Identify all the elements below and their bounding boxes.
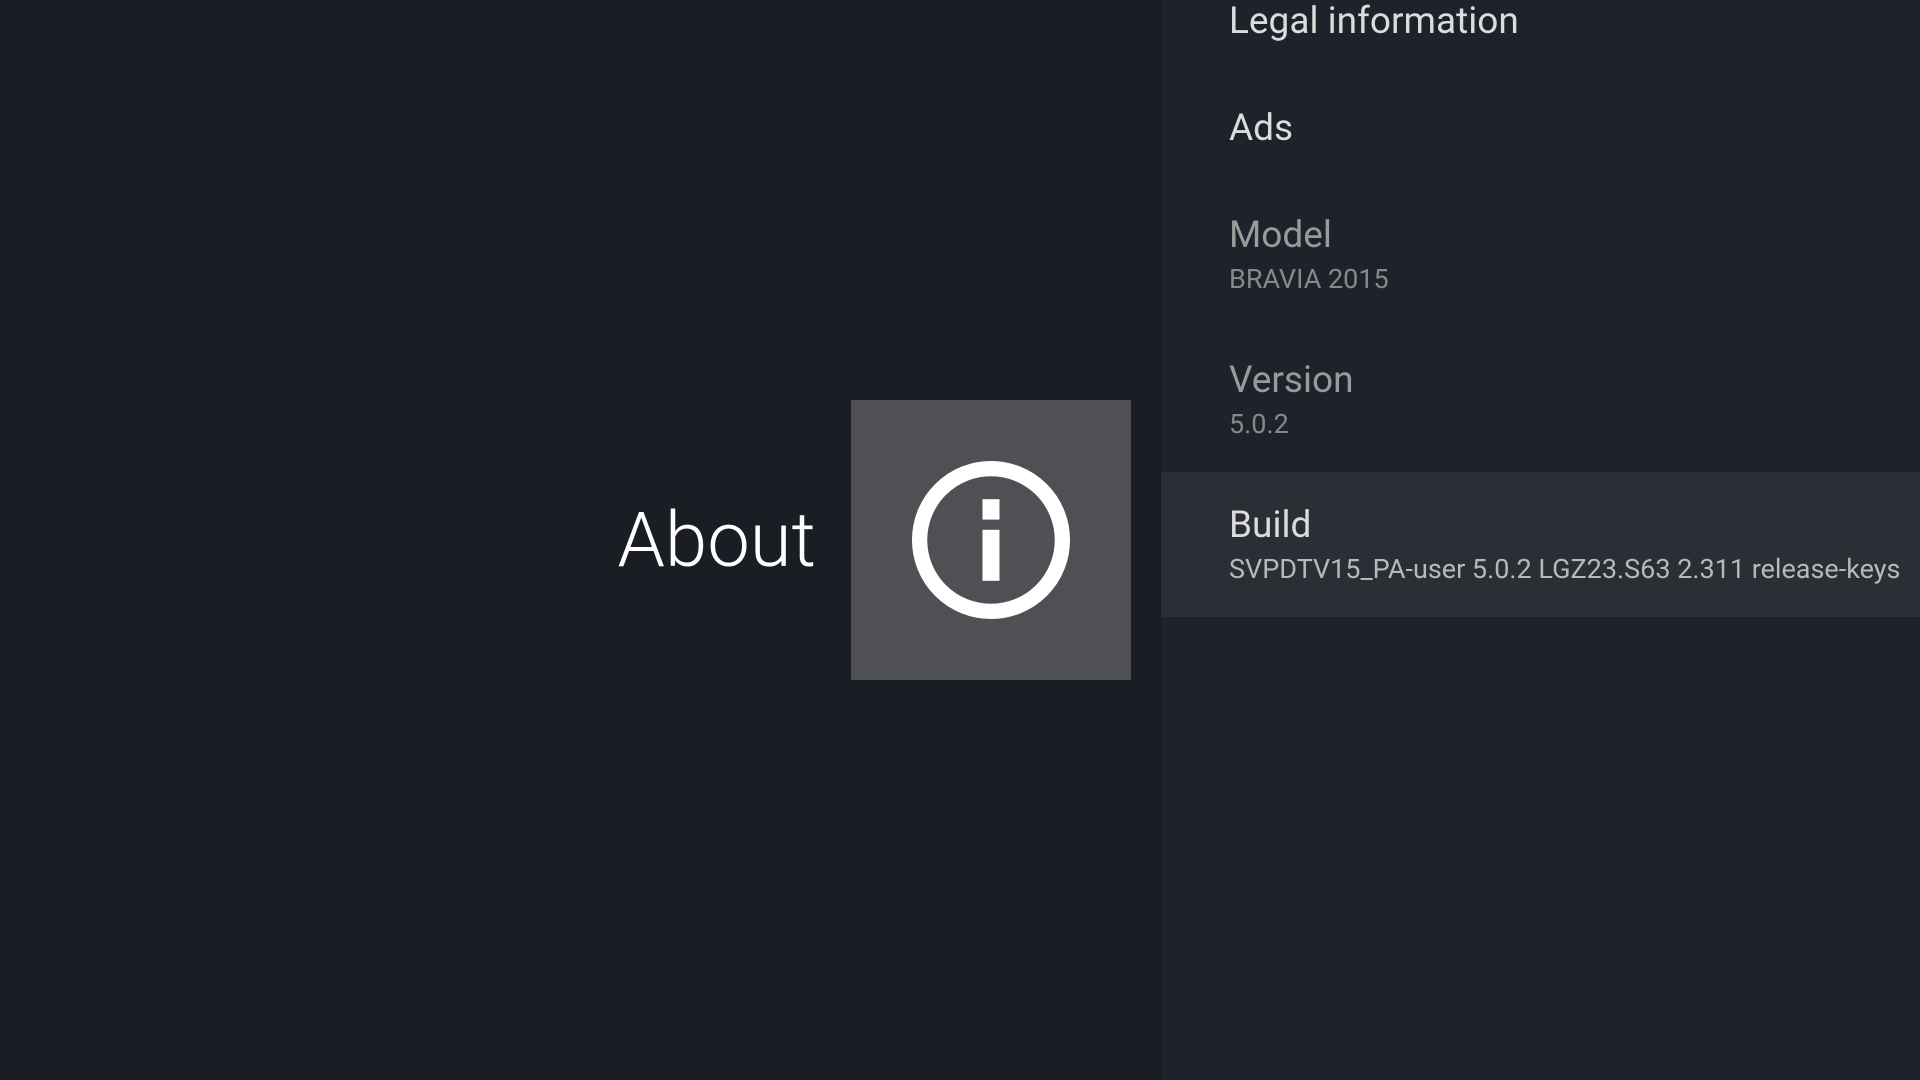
item-label: Version <box>1229 359 1920 402</box>
list-item-build[interactable]: Build SVPDTV15_PA-user 5.0.2 LGZ23.S63 2… <box>1161 472 1920 617</box>
list-item-legal-information[interactable]: Legal information <box>1161 0 1920 75</box>
title-area: About <box>618 400 1131 680</box>
item-value: SVPDTV15_PA-user 5.0.2 LGZ23.S63 2.311 r… <box>1229 553 1920 585</box>
item-value: 5.0.2 <box>1229 408 1920 440</box>
item-label: Build <box>1229 504 1920 547</box>
list-item-ads[interactable]: Ads <box>1161 75 1920 182</box>
item-label: Legal information <box>1229 0 1920 43</box>
page-title: About <box>618 495 816 585</box>
item-value: BRAVIA 2015 <box>1229 263 1920 295</box>
list-item-version[interactable]: Version 5.0.2 <box>1161 327 1920 472</box>
left-content-panel: About <box>0 0 1161 1080</box>
item-label: Ads <box>1229 107 1920 150</box>
info-icon <box>906 455 1076 625</box>
list-item-model[interactable]: Model BRAVIA 2015 <box>1161 182 1920 327</box>
info-icon-box <box>851 400 1131 680</box>
settings-list-panel: Legal information Ads Model BRAVIA 2015 … <box>1161 0 1920 1080</box>
item-label: Model <box>1229 214 1920 257</box>
